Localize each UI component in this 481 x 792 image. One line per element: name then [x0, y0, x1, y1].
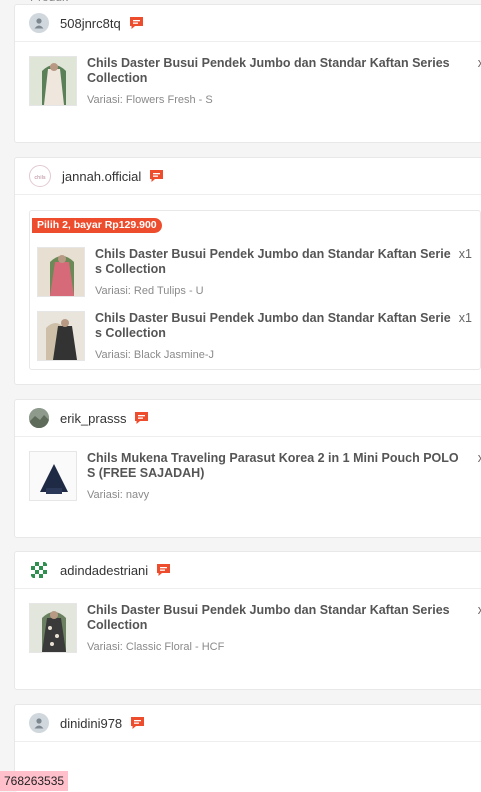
order-card: 508jnrc8tq Chils Daster Busui Pendek Jum…: [14, 4, 481, 143]
shop-header: erik_prasss: [15, 400, 481, 437]
order-id-tag: 768263535: [0, 771, 69, 791]
order-card: adindadestriani Chils Daster Busui Pende…: [14, 551, 481, 690]
product-name[interactable]: Chils Mukena Traveling Parasut Korea 2 i…: [87, 451, 461, 481]
shop-header: adindadestriani: [15, 552, 481, 589]
chat-icon[interactable]: [134, 411, 149, 425]
product-thumbnail[interactable]: [37, 311, 85, 361]
user-avatar-icon: [29, 13, 49, 33]
bundle-promo-badge: Pilih 2, bayar Rp129.900: [32, 218, 162, 233]
user-avatar-icon: [29, 713, 49, 733]
product-quantity: x1: [458, 311, 472, 325]
product-name[interactable]: Chils Daster Busui Pendek Jumbo dan Stan…: [95, 311, 455, 341]
order-card: dinidini978: [14, 704, 481, 792]
product-name[interactable]: Chils Daster Busui Pendek Jumbo dan Stan…: [95, 247, 455, 277]
user-avatar-icon: [29, 408, 49, 428]
product-thumbnail[interactable]: [29, 603, 77, 653]
product-thumbnail[interactable]: [37, 247, 85, 297]
shop-logo: chils: [29, 165, 51, 187]
product-variant: Variasi: Red Tulips - U: [95, 285, 204, 297]
shop-name[interactable]: erik_prasss: [60, 411, 126, 426]
chat-icon[interactable]: [129, 16, 144, 30]
orders-page: { "column_header": "Produk", "colors": {…: [0, 0, 481, 792]
product-item[interactable]: Chils Daster Busui Pendek Jumbo dan Stan…: [30, 311, 480, 375]
chat-icon[interactable]: [149, 169, 164, 183]
user-avatar-icon: [29, 560, 49, 580]
product-thumbnail[interactable]: [29, 451, 77, 501]
product-variant: Variasi: Flowers Fresh - S: [87, 94, 213, 106]
shop-name[interactable]: jannah.official: [62, 169, 141, 184]
svg-text:chils: chils: [34, 175, 46, 181]
product-quantity: x1: [458, 247, 472, 261]
order-card: erik_prasss Chils Mukena Traveling Paras…: [14, 399, 481, 538]
bundle-deal-box: Pilih 2, bayar Rp129.900 Chils Daster Bu…: [29, 210, 481, 370]
chat-icon[interactable]: [156, 563, 171, 577]
product-name[interactable]: Chils Daster Busui Pendek Jumbo dan Stan…: [87, 56, 461, 86]
product-name[interactable]: Chils Daster Busui Pendek Jumbo dan Stan…: [87, 603, 461, 633]
product-item[interactable]: Chils Daster Busui Pendek Jumbo dan Stan…: [30, 247, 480, 311]
shop-header: 508jnrc8tq: [15, 5, 481, 42]
shop-name[interactable]: dinidini978: [60, 716, 122, 731]
product-variant: Variasi: Black Jasmine-J: [95, 349, 214, 361]
product-item[interactable]: Chils Daster Busui Pendek Jumbo dan Stan…: [15, 42, 481, 106]
shop-name[interactable]: 508jnrc8tq: [60, 16, 121, 31]
shop-header: dinidini978: [15, 705, 481, 742]
shop-header: chils jannah.official: [15, 158, 481, 195]
chat-icon[interactable]: [130, 716, 145, 730]
product-thumbnail[interactable]: [29, 56, 77, 106]
product-variant: Variasi: Classic Floral - HCF: [87, 641, 225, 653]
product-variant: Variasi: navy: [87, 489, 150, 501]
order-card: chils jannah.official Pilih 2, bayar Rp1…: [14, 157, 481, 385]
shop-name[interactable]: adindadestriani: [60, 563, 148, 578]
product-item[interactable]: Chils Daster Busui Pendek Jumbo dan Stan…: [15, 589, 481, 653]
product-item[interactable]: Chils Mukena Traveling Parasut Korea 2 i…: [15, 437, 481, 501]
